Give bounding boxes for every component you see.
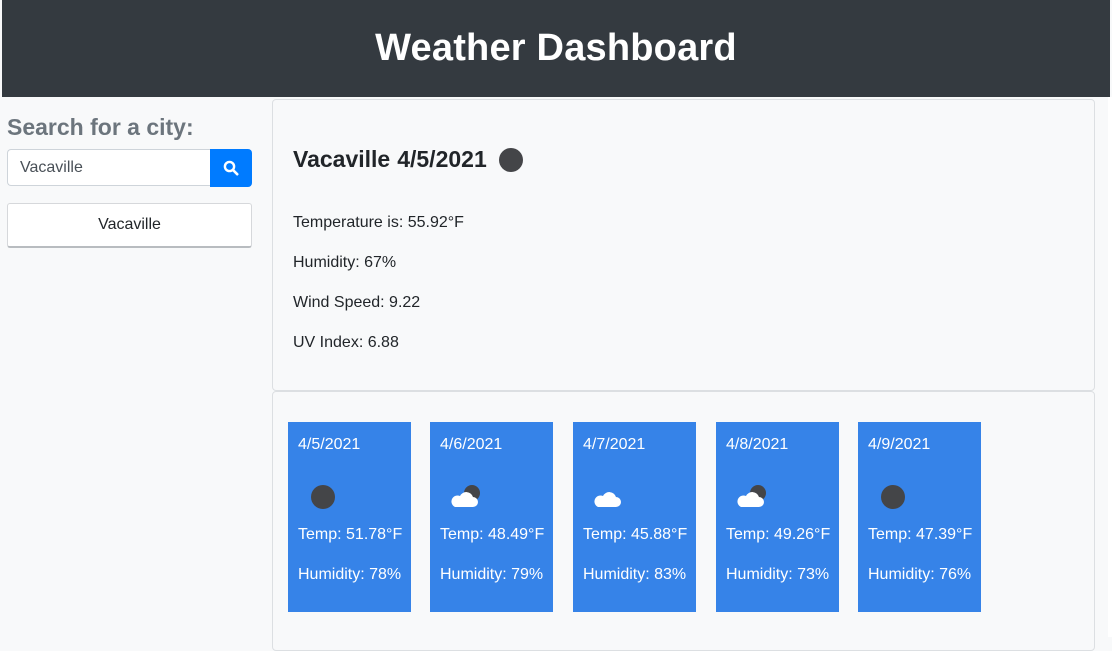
- app-header: Weather Dashboard: [2, 0, 1110, 97]
- cloud-moon-icon: [737, 485, 766, 507]
- current-weather-card: Vacaville 4/5/2021 Temperature is: 55.92…: [272, 99, 1095, 391]
- cloud-moon-icon: [451, 485, 480, 507]
- search-input[interactable]: [7, 149, 210, 186]
- search-title: Search for a city:: [7, 114, 194, 140]
- search-button[interactable]: [210, 149, 252, 187]
- forecast-temp: Temp: 51.78°F: [298, 526, 403, 543]
- forecast-humidity: Humidity: 73%: [726, 566, 830, 583]
- forecast-card: 4/9/2021 Temp: 47.39°F Humidity: 76%: [858, 422, 981, 612]
- forecast-date: 4/6/2021: [440, 436, 503, 453]
- current-humidity: Humidity: 67%: [293, 254, 397, 271]
- moon-icon: [498, 147, 523, 172]
- forecast-panel: 4/5/2021 Temp: 51.78°F Humidity: 78% 4/6…: [272, 391, 1095, 651]
- history-item-vacaville[interactable]: Vacaville: [7, 203, 252, 248]
- forecast-date: 4/5/2021: [298, 436, 361, 453]
- forecast-date: 4/7/2021: [583, 436, 646, 453]
- search-icon: [223, 160, 239, 176]
- forecast-temp: Temp: 48.49°F: [440, 526, 545, 543]
- forecast-card: 4/6/2021 Temp: 48.49°F Humidity: 79%: [430, 422, 553, 612]
- forecast-humidity: Humidity: 79%: [440, 566, 544, 583]
- forecast-date: 4/9/2021: [868, 436, 931, 453]
- forecast-humidity: Humidity: 83%: [583, 566, 687, 583]
- current-uv-index: UV Index: 6.88: [293, 334, 399, 351]
- current-city-name: Vacaville: [293, 146, 391, 172]
- sidebar: Search for a city: Vacaville: [0, 97, 270, 637]
- moon-icon: [881, 485, 905, 509]
- forecast-humidity: Humidity: 76%: [868, 566, 972, 583]
- forecast-date: 4/8/2021: [726, 436, 789, 453]
- cloud-icon: [594, 492, 621, 507]
- forecast-card: 4/5/2021 Temp: 51.78°F Humidity: 78%: [288, 422, 411, 612]
- forecast-temp: Temp: 45.88°F: [583, 526, 688, 543]
- current-date: 4/5/2021: [397, 146, 487, 172]
- forecast-temp: Temp: 49.26°F: [726, 526, 831, 543]
- current-wind-speed: Wind Speed: 9.22: [293, 294, 421, 311]
- current-temperature: Temperature is: 55.92°F: [293, 214, 464, 231]
- forecast-temp: Temp: 47.39°F: [868, 526, 973, 543]
- current-city-heading: Vacaville 4/5/2021: [293, 146, 523, 173]
- moon-icon: [311, 485, 335, 509]
- forecast-card: 4/8/2021 Temp: 49.26°F Humidity: 73%: [716, 422, 839, 612]
- page-title: Weather Dashboard: [375, 27, 737, 69]
- forecast-humidity: Humidity: 78%: [298, 566, 402, 583]
- page-edge: [1108, 97, 1112, 637]
- forecast-card: 4/7/2021 Temp: 45.88°F Humidity: 83%: [573, 422, 696, 612]
